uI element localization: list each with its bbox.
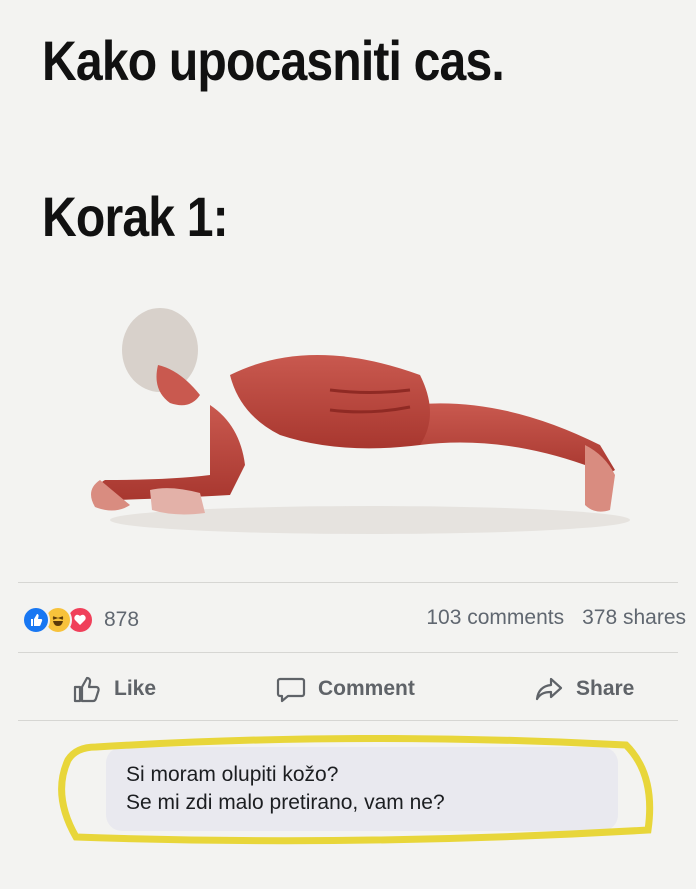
shares-count[interactable]: 378 shares: [582, 606, 686, 630]
comments-count[interactable]: 103 comments: [426, 606, 564, 630]
share-label: Share: [576, 677, 635, 700]
divider: [18, 720, 678, 721]
reaction-count: 878: [104, 608, 140, 631]
thumbs-up-icon: [73, 676, 100, 703]
anatomy-plank-image: [91, 308, 630, 534]
comment-line-1: Si moram olupiti kožo?: [126, 763, 339, 786]
divider: [18, 582, 678, 583]
divider: [18, 652, 678, 653]
share-button[interactable]: Share: [534, 664, 634, 714]
meme-subtitle: Korak 1:: [42, 185, 229, 248]
comment-line-2: Se mi zdi malo pretirano, vam ne?: [126, 791, 445, 814]
comment-section: Si moram olupiti kožo? Se mi zdi malo pr…: [56, 735, 656, 845]
comment-button[interactable]: Comment: [276, 664, 415, 714]
reactions-summary[interactable]: 878: [22, 605, 139, 635]
share-icon: [535, 677, 563, 701]
like-label: Like: [114, 677, 157, 700]
comment-label: Comment: [318, 677, 415, 700]
comment-icon: [276, 677, 306, 703]
like-button[interactable]: Like: [72, 664, 156, 714]
meme-title: Kako upocasniti cas.: [42, 29, 505, 92]
comment-bubble[interactable]: Si moram olupiti kožo? Se mi zdi malo pr…: [106, 747, 618, 831]
post-actions-bar: Like Comment Share: [18, 664, 678, 714]
post-stats: 103 comments 378 shares: [426, 606, 686, 630]
like-icon: [22, 606, 50, 634]
